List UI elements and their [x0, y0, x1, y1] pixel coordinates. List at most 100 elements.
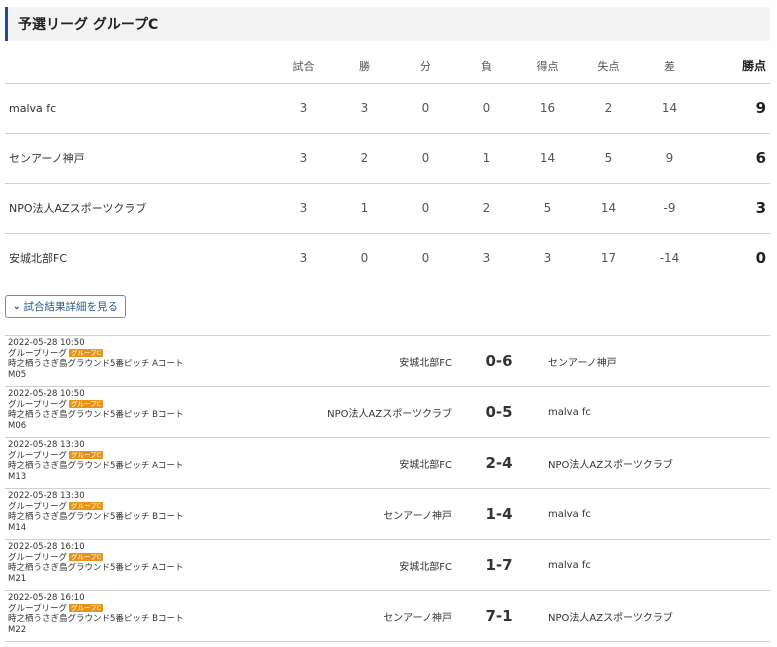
standings-row: malva fc 3 3 0 0 16 2 14 9 — [5, 83, 770, 134]
goal-difference: -9 — [639, 183, 700, 234]
header-lost: 負 — [456, 49, 517, 84]
drawn: 0 — [395, 183, 456, 234]
team-name: NPO法人AZスポーツクラブ — [5, 183, 273, 234]
match-datetime: 2022-05-28 16:10 — [8, 542, 85, 552]
match-datetime: 2022-05-28 13:30 — [8, 491, 85, 501]
match-info: 2022-05-28 16:10 グループリーグ グループC 時之栖うさぎ島グラウ… — [8, 593, 248, 635]
goals-for: 3 — [543, 251, 552, 266]
match-row[interactable]: 2022-05-28 16:10 グループリーグ グループC 時之栖うさぎ島グラウ… — [5, 591, 770, 642]
drawn: 0 — [395, 133, 456, 184]
match-datetime: 2022-05-28 10:50 — [8, 338, 85, 348]
played: 3 — [273, 133, 334, 184]
header-won: 勝 — [334, 49, 395, 84]
match-row[interactable]: 2022-05-28 13:30 グループリーグ グループC 時之栖うさぎ島グラウ… — [5, 489, 770, 540]
group-badge: グループC — [69, 348, 104, 357]
points: 3 — [700, 183, 770, 234]
match-details-button-label: 試合結果詳細を見る — [23, 301, 119, 313]
goal-difference: 9 — [639, 133, 700, 184]
goals-against: 5 — [578, 133, 639, 184]
match-datetime: 2022-05-28 16:10 — [8, 593, 85, 603]
match-score: 0-6 — [485, 352, 513, 370]
page-title: 予選リーグ グループC — [18, 17, 159, 33]
lost: 1 — [456, 133, 517, 184]
home-team: 安城北部FC — [399, 561, 452, 573]
points: 9 — [700, 83, 770, 134]
goal-difference: 14 — [639, 83, 700, 134]
match-stage: グループリーグ — [8, 450, 67, 461]
match-code: M13 — [8, 471, 27, 482]
played: 3 — [299, 251, 308, 266]
home-team: センアーノ神戸 — [383, 612, 452, 624]
away-team: センアーノ神戸 — [548, 357, 617, 369]
points: 6 — [700, 133, 770, 184]
match-venue: 時之栖うさぎ島グラウンド5番ピッチ Aコート — [8, 461, 184, 471]
match-score: 2-4 — [485, 454, 513, 472]
match-stage-line: グループリーグ グループC — [8, 399, 248, 411]
standings-row: 安城北部FC 3 0 0 3 3 17 -14 0 — [5, 233, 770, 283]
played: 3 — [273, 83, 334, 134]
match-stage: グループリーグ — [8, 348, 67, 359]
group-badge: グループC — [69, 399, 104, 408]
match-info: 2022-05-28 13:30 グループリーグ グループC 時之栖うさぎ島グラウ… — [8, 440, 248, 482]
match-stage: グループリーグ — [8, 501, 67, 512]
match-venue: 時之栖うさぎ島グラウンド5番ピッチ Bコート — [8, 614, 184, 624]
match-info: 2022-05-28 16:10 グループリーグ グループC 時之栖うさぎ島グラウ… — [8, 542, 248, 584]
match-stage-line: グループリーグ グループC — [8, 450, 248, 462]
drawn: 0 — [395, 83, 456, 134]
group-badge: グループC — [69, 603, 104, 612]
team-name: センアーノ神戸 — [5, 133, 273, 184]
match-score: 7-1 — [485, 607, 513, 625]
points: 0 — [755, 249, 766, 268]
lost: 0 — [456, 83, 517, 134]
home-team: NPO法人AZスポーツクラブ — [327, 408, 452, 420]
match-row[interactable]: 2022-05-28 16:10 グループリーグ グループC 時之栖うさぎ島グラウ… — [5, 540, 770, 591]
away-team: NPO法人AZスポーツクラブ — [548, 459, 673, 471]
match-stage: グループリーグ — [8, 603, 67, 614]
match-datetime: 2022-05-28 10:50 — [8, 389, 85, 399]
goals-for: 16 — [517, 83, 578, 134]
goals-for: 14 — [517, 133, 578, 184]
won: 1 — [334, 183, 395, 234]
goal-difference: -14 — [659, 251, 680, 266]
drawn: 0 — [421, 251, 430, 266]
won: 2 — [334, 133, 395, 184]
match-stage-line: グループリーグ グループC — [8, 552, 248, 564]
match-row[interactable]: 2022-05-28 13:30 グループリーグ グループC 時之栖うさぎ島グラウ… — [5, 438, 770, 489]
match-info: 2022-05-28 10:50 グループリーグ グループC 時之栖うさぎ島グラウ… — [8, 338, 248, 380]
match-details-button[interactable]: ⌄ 試合結果詳細を見る — [5, 295, 127, 318]
group-badge: グループC — [69, 552, 104, 561]
goals-against: 17 — [600, 251, 617, 266]
standings-row: センアーノ神戸 3 2 0 1 14 5 9 6 — [5, 133, 770, 184]
match-stage-line: グループリーグ グループC — [8, 348, 248, 360]
match-row[interactable]: 2022-05-28 10:50 グループリーグ グループC 時之栖うさぎ島グラウ… — [5, 387, 770, 438]
match-code: M21 — [8, 573, 27, 584]
standings-table: 試合 勝 分 負 得点 失点 差 勝点 malva fc 3 3 0 0 16 … — [5, 49, 770, 283]
goals-for: 5 — [517, 183, 578, 234]
match-stage: グループリーグ — [8, 399, 67, 410]
match-venue: 時之栖うさぎ島グラウンド5番ピッチ Bコート — [8, 410, 184, 420]
home-team: 安城北部FC — [399, 459, 452, 471]
match-code: M14 — [8, 522, 27, 533]
match-stage-line: グループリーグ グループC — [8, 501, 248, 513]
match-score: 0-5 — [485, 403, 513, 421]
match-code: M22 — [8, 624, 27, 635]
away-team: malva fc — [548, 508, 591, 520]
won: 3 — [334, 83, 395, 134]
title-bar: 予選リーグ グループC — [5, 7, 770, 41]
match-code: M05 — [8, 369, 27, 380]
header-goal-difference: 差 — [639, 49, 700, 84]
team-name: malva fc — [5, 83, 273, 134]
away-team: malva fc — [548, 406, 591, 418]
page: 予選リーグ グループC 試合 勝 分 負 得点 失点 差 勝点 malva fc… — [0, 0, 777, 647]
match-info: 2022-05-28 10:50 グループリーグ グループC 時之栖うさぎ島グラウ… — [8, 389, 248, 431]
home-team: センアーノ神戸 — [383, 510, 452, 522]
standings-row: NPO法人AZスポーツクラブ 3 1 0 2 5 14 -9 3 — [5, 183, 770, 234]
won: 0 — [360, 251, 369, 266]
match-stage: グループリーグ — [8, 552, 67, 563]
header-goals-against: 失点 — [578, 49, 639, 84]
match-code: M06 — [8, 420, 27, 431]
match-row[interactable]: 2022-05-28 10:50 グループリーグ グループC 時之栖うさぎ島グラウ… — [5, 336, 770, 387]
lost: 3 — [482, 251, 491, 266]
match-score: 1-7 — [485, 556, 513, 574]
chevron-down-icon: ⌄ — [13, 301, 21, 311]
